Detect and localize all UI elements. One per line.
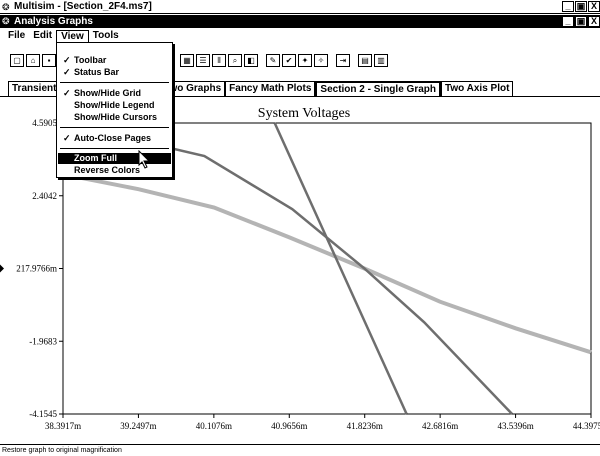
menu-tools[interactable]: Tools	[89, 30, 123, 43]
view-menu-dropdown: ✓ Toolbar ✓ Status Bar ✓ Show/Hide Grid Sho…	[56, 42, 173, 178]
menu-item-label: Show/Hide Grid	[74, 88, 142, 98]
x-tick-label: 44.3975m	[573, 421, 600, 431]
sub-restore-button[interactable]: ▣	[575, 16, 587, 27]
grid-toggle-icon[interactable]: ▦	[180, 54, 194, 67]
menu-item-show-hide-cursors[interactable]: Show/Hide Cursors	[58, 112, 171, 123]
close-button[interactable]: X	[588, 1, 600, 12]
menu-item-label: Status Bar	[74, 67, 120, 77]
x-tick-label: 42.6816m	[422, 421, 458, 431]
check-icon: ✓	[63, 88, 71, 98]
y-tick-label: -4.1545	[29, 409, 57, 419]
menu-item-label: Show/Hide Legend	[74, 100, 155, 110]
y-tick-label: 4.5905	[32, 118, 57, 128]
app-window-controls: _ ▣ X	[561, 1, 600, 12]
cursors-toggle-icon[interactable]: ⫴	[212, 54, 226, 67]
print-preview-icon[interactable]: ▤	[358, 54, 372, 67]
menu-separator	[60, 127, 169, 128]
analysis-graphs-icon: ❂	[2, 16, 10, 26]
status-text: Restore graph to original magnification	[2, 447, 122, 454]
menu-edit[interactable]: Edit	[29, 30, 56, 43]
chart-title: System Voltages	[258, 106, 350, 121]
tab-section-2-single-graph[interactable]: Section 2 - Single Graph	[315, 81, 441, 97]
subwindow-title-bar: ❂ Analysis Graphs _ ▣ X	[0, 15, 600, 28]
menu-item-zoom-full[interactable]: Zoom Full	[58, 153, 171, 164]
x-tick-label: 40.1076m	[196, 421, 232, 431]
menu-item-label: Toolbar	[74, 55, 107, 65]
status-bar: Restore graph to original magnification	[0, 444, 600, 456]
multisim-app-icon: ❂	[2, 2, 10, 12]
menu-item-auto-close-pages[interactable]: ✓ Auto-Close Pages	[58, 133, 171, 144]
menu-item-label: Auto-Close Pages	[74, 133, 152, 143]
overlay-traces-icon[interactable]: ✧	[314, 54, 328, 67]
y-tick-label: -1.9683	[29, 336, 57, 346]
sub-minimize-button[interactable]: _	[562, 16, 574, 27]
x-tick-label: 38.3917m	[45, 421, 81, 431]
x-tick-label: 39.2497m	[120, 421, 156, 431]
y-tick-label: 217.9766m	[16, 264, 57, 274]
menu-item-reverse-colors[interactable]: Reverse Colors	[58, 165, 171, 176]
y-tick-label: 2.4042	[32, 191, 57, 201]
legend-toggle-icon[interactable]: ☰	[196, 54, 210, 67]
menu-item-label: Zoom Full	[74, 153, 117, 163]
x-axis: 38.3917m 39.2497m 40.1076m 40.9656m 41.8236m…	[45, 414, 600, 431]
menu-item-label: Show/Hide Cursors	[74, 112, 158, 122]
open-folder-icon[interactable]: ⌂	[26, 54, 40, 67]
tab-two-axis-plot[interactable]: Two Axis Plot	[440, 81, 514, 97]
minimize-button[interactable]: _	[562, 1, 574, 12]
page-properties-icon[interactable]: ✔	[282, 54, 296, 67]
print-icon[interactable]: ▥	[374, 54, 388, 67]
menu-bar: File Edit View Tools	[0, 29, 600, 43]
save-icon[interactable]: ▪	[42, 54, 56, 67]
mouse-pointer-icon	[138, 150, 151, 169]
tab-transient[interactable]: Transient	[8, 81, 61, 97]
sub-close-button[interactable]: X	[588, 16, 600, 27]
menu-item-status-bar[interactable]: ✓ Status Bar	[58, 67, 171, 78]
menu-separator	[60, 82, 169, 83]
export-icon[interactable]: ⇥	[336, 54, 350, 67]
new-page-icon[interactable]: ▢	[10, 54, 24, 67]
restore-button[interactable]: ▣	[575, 1, 587, 12]
trace-properties-icon[interactable]: ✦	[298, 54, 312, 67]
app-title: Multisim - [Section_2F4.ms7]	[14, 1, 152, 12]
app-title-bar: ❂ Multisim - [Section_2F4.ms7] _ ▣ X	[0, 0, 600, 14]
menu-view[interactable]: View	[56, 29, 89, 43]
menu-item-label: Reverse Colors	[74, 165, 141, 175]
check-icon: ✓	[63, 133, 71, 143]
series-line-1	[62, 172, 592, 355]
tab-fancy-math-plots[interactable]: Fancy Math Plots	[225, 81, 316, 97]
reverse-colors-icon[interactable]: ◧	[244, 54, 258, 67]
subwindow-controls: _ ▣ X	[561, 16, 600, 27]
x-tick-label: 43.5396m	[497, 421, 533, 431]
x-tick-label: 41.8236m	[347, 421, 383, 431]
series-line-3	[273, 122, 408, 415]
menu-item-toolbar[interactable]: ✓ Toolbar	[58, 55, 171, 66]
zoom-icon[interactable]: ⌕	[228, 54, 242, 67]
menu-item-show-hide-legend[interactable]: Show/Hide Legend	[58, 100, 171, 111]
check-icon: ✓	[63, 55, 71, 65]
x-tick-label: 40.9656m	[271, 421, 307, 431]
properties-icon[interactable]: ✎	[266, 54, 280, 67]
check-icon: ✓	[63, 67, 71, 77]
menu-file[interactable]: File	[4, 30, 29, 43]
menu-separator	[60, 148, 169, 149]
y-reference-marker	[0, 264, 4, 273]
subwindow-title: Analysis Graphs	[14, 16, 93, 27]
menu-item-show-hide-grid[interactable]: ✓ Show/Hide Grid	[58, 88, 171, 99]
